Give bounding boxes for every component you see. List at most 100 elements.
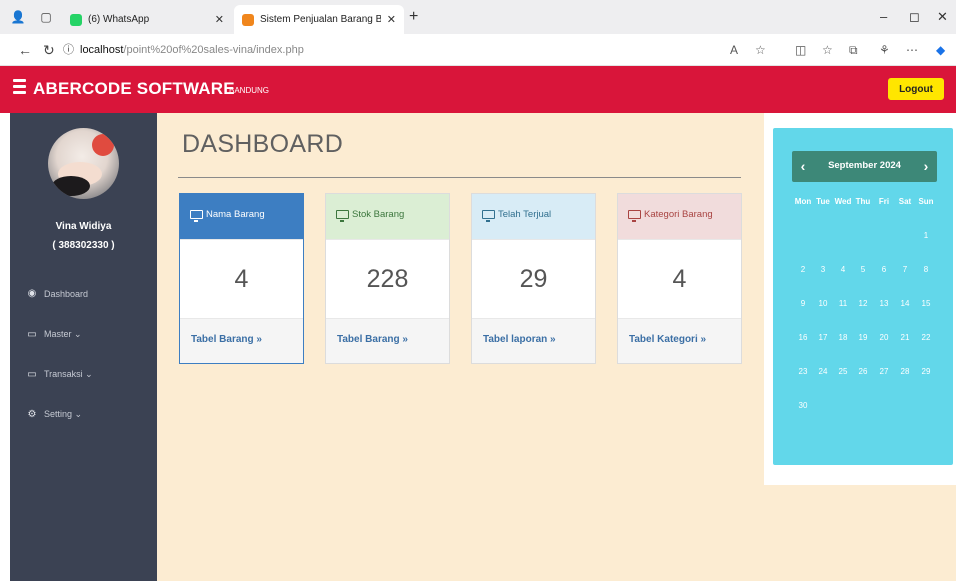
calendar-day[interactable]: 16 bbox=[794, 333, 812, 342]
card-link-tabel-laporan[interactable]: Tabel laporan » bbox=[472, 319, 595, 363]
calendar-day[interactable]: 3 bbox=[814, 265, 832, 274]
calendar-next-button[interactable]: › bbox=[915, 151, 937, 182]
workspaces-icon[interactable]: ▢ bbox=[38, 9, 54, 25]
card-stok-barang: Stok Barang 228 Tabel Barang » bbox=[325, 193, 450, 364]
calendar-day[interactable]: 13 bbox=[875, 299, 893, 308]
calendar-weekday: Sat bbox=[898, 197, 912, 206]
calendar-day[interactable]: 29 bbox=[917, 367, 935, 376]
calendar-day[interactable]: 24 bbox=[814, 367, 832, 376]
calendar-day[interactable]: 28 bbox=[896, 367, 914, 376]
address-bar: ← ↻ ⓘ localhost/point%20of%20sales-vina/… bbox=[0, 34, 956, 66]
favorites-bar-icon[interactable]: ☆ bbox=[822, 42, 833, 58]
sidebar-item-dashboard[interactable]: ◉ Dashboard bbox=[26, 288, 88, 299]
url-field[interactable]: localhost/point%20of%20sales-vina/index.… bbox=[80, 42, 304, 58]
monitor-icon bbox=[190, 210, 203, 222]
calendar-day[interactable]: 12 bbox=[854, 299, 872, 308]
card-value: 4 bbox=[180, 239, 303, 319]
new-tab-button[interactable]: + bbox=[409, 9, 418, 25]
back-icon[interactable]: ← bbox=[18, 42, 32, 58]
calendar-day[interactable]: 18 bbox=[834, 333, 852, 342]
card-header: Kategori Barang bbox=[644, 209, 713, 220]
hamburger-menu-icon[interactable] bbox=[13, 79, 26, 94]
close-tab-icon[interactable]: ✕ bbox=[215, 13, 224, 26]
calendar-day[interactable]: 21 bbox=[896, 333, 914, 342]
browser-tab-bar: 👤 ▢ (6) WhatsApp ✕ Sistem Penjualan Bara… bbox=[0, 0, 956, 34]
sidebar-item-setting[interactable]: ⚙ Setting ⌄ bbox=[26, 409, 83, 420]
calendar-day[interactable]: 22 bbox=[917, 333, 935, 342]
close-window-icon[interactable]: ✕ bbox=[937, 9, 948, 25]
card-header: Telah Terjual bbox=[498, 209, 552, 220]
extensions-icon[interactable]: ⚘ bbox=[879, 42, 890, 58]
calendar-day[interactable]: 1 bbox=[917, 231, 935, 240]
page-title: DASHBOARD bbox=[182, 130, 344, 158]
close-tab-icon[interactable]: ✕ bbox=[387, 13, 396, 26]
more-menu-icon[interactable]: ⋯ bbox=[906, 42, 918, 58]
calendar-weekday: Tue bbox=[816, 197, 830, 206]
logout-button[interactable]: Logout bbox=[888, 78, 944, 100]
calendar-weekday: Mon bbox=[794, 197, 812, 206]
calendar-day[interactable]: 25 bbox=[834, 367, 852, 376]
minimize-icon[interactable]: – bbox=[880, 9, 887, 25]
whatsapp-icon bbox=[70, 13, 82, 26]
calendar-day[interactable]: 27 bbox=[875, 367, 893, 376]
calendar-day[interactable]: 14 bbox=[896, 299, 914, 308]
sidebar-item-label: Setting ⌄ bbox=[44, 409, 83, 419]
calendar-day[interactable]: 11 bbox=[834, 299, 852, 308]
card-link-tabel-barang[interactable]: Tabel Barang » bbox=[326, 319, 449, 363]
card-link-tabel-kategori[interactable]: Tabel Kategori » bbox=[618, 319, 741, 363]
tab-sistem-penjualan[interactable]: Sistem Penjualan Barang Berbasis ✕ bbox=[234, 5, 404, 34]
gear-icon: ⚙ bbox=[27, 409, 37, 420]
split-screen-icon[interactable]: ◫ bbox=[795, 42, 806, 58]
calendar-day[interactable]: 4 bbox=[834, 265, 852, 274]
profile-icon[interactable]: 👤 bbox=[10, 9, 26, 25]
card-value: 4 bbox=[618, 239, 741, 319]
brand-subtitle: BANDUNG bbox=[229, 86, 270, 95]
sidebar-item-label: Dashboard bbox=[44, 288, 89, 299]
sidebar: Vina Widiya ( 388302330 ) ◉ Dashboard ▭ … bbox=[10, 113, 157, 581]
collections-icon[interactable]: ⧉ bbox=[849, 42, 858, 58]
calendar-day[interactable]: 19 bbox=[854, 333, 872, 342]
calendar-day[interactable]: 9 bbox=[794, 299, 812, 308]
read-aloud-icon[interactable]: A bbox=[730, 42, 738, 58]
card-header: Nama Barang bbox=[206, 209, 265, 220]
card-nama-barang: Nama Barang 4 Tabel Barang » bbox=[179, 193, 304, 364]
card-link-tabel-barang[interactable]: Tabel Barang » bbox=[180, 319, 303, 363]
calendar-day[interactable]: 15 bbox=[917, 299, 935, 308]
calendar-day[interactable]: 2 bbox=[794, 265, 812, 274]
reload-icon[interactable]: ↻ bbox=[43, 42, 55, 58]
avatar bbox=[48, 128, 119, 199]
brand-title[interactable]: ABERCODE SOFTWARE bbox=[33, 79, 235, 99]
calendar-day[interactable]: 6 bbox=[875, 265, 893, 274]
info-icon[interactable]: ⓘ bbox=[63, 42, 74, 58]
maximize-icon[interactable]: ◻ bbox=[909, 9, 920, 25]
sidebar-item-label: Master ⌄ bbox=[44, 329, 82, 339]
card-telah-terjual: Telah Terjual 29 Tabel laporan » bbox=[471, 193, 596, 364]
card-value: 228 bbox=[326, 239, 449, 319]
user-name: Vina Widiya bbox=[55, 221, 112, 232]
calendar-day[interactable]: 26 bbox=[854, 367, 872, 376]
calendar-weekday: Wed bbox=[834, 197, 852, 206]
calendar-header: ‹ September 2024 › bbox=[792, 151, 937, 182]
calendar-day[interactable]: 10 bbox=[814, 299, 832, 308]
calendar-weekday: Sun bbox=[918, 197, 934, 206]
monitor-icon bbox=[628, 210, 641, 222]
favorite-icon[interactable]: ☆ bbox=[755, 42, 766, 58]
monitor-icon bbox=[482, 210, 495, 222]
tab-whatsapp[interactable]: (6) WhatsApp ✕ bbox=[62, 5, 232, 34]
calendar-day[interactable]: 23 bbox=[794, 367, 812, 376]
calendar-day[interactable]: 5 bbox=[854, 265, 872, 274]
calendar-day[interactable]: 8 bbox=[917, 265, 935, 274]
sidebar-item-master[interactable]: ▭ Master ⌄ bbox=[26, 329, 82, 340]
calendar-day[interactable]: 20 bbox=[875, 333, 893, 342]
calendar-day[interactable]: 17 bbox=[814, 333, 832, 342]
card-kategori-barang: Kategori Barang 4 Tabel Kategori » bbox=[617, 193, 742, 364]
monitor-icon: ▭ bbox=[27, 329, 37, 340]
calendar-day[interactable]: 7 bbox=[896, 265, 914, 274]
sidebar-item-label: Transaksi ⌄ bbox=[44, 369, 93, 379]
calendar-day[interactable]: 30 bbox=[794, 401, 812, 410]
sidebar-item-transaksi[interactable]: ▭ Transaksi ⌄ bbox=[26, 369, 93, 380]
tab-title: Sistem Penjualan Barang Berbasis bbox=[260, 14, 381, 25]
user-id: ( 388302330 ) bbox=[52, 240, 115, 251]
monitor-icon bbox=[336, 210, 349, 222]
copilot-icon[interactable]: ◆ bbox=[936, 42, 945, 58]
